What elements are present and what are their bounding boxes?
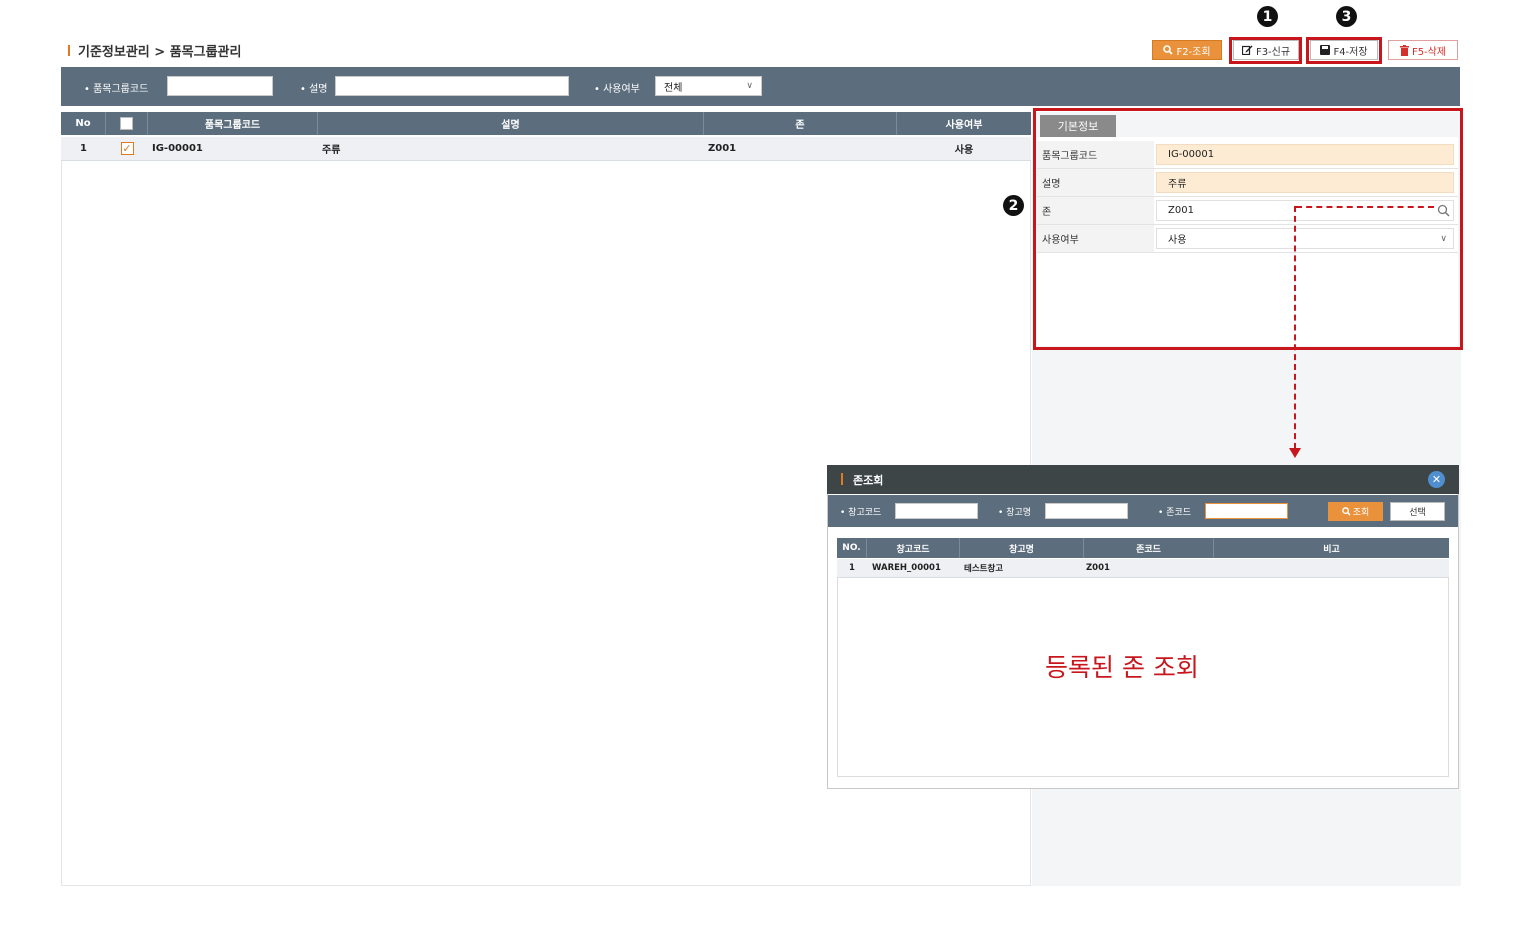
checkmark-icon: ✓ (122, 142, 132, 155)
delete-button[interactable]: F5-삭제 (1388, 40, 1458, 60)
dialog-grid-header: NO. 창고코드 창고명 존코드 비고 (837, 538, 1449, 558)
save-button-highlight (1306, 37, 1382, 64)
description-input[interactable] (335, 76, 569, 96)
warehouse-code-label: • 창고코드 (840, 508, 882, 518)
group-code-label: • 품목그룹코드 (84, 84, 149, 95)
dialog-row-warehouse-name: 테스트창고 (964, 564, 1004, 574)
row-checkbox[interactable]: ✓ (120, 142, 134, 155)
chevron-down-icon: ∨ (746, 81, 753, 91)
dialog-column-warehouse-name[interactable]: 창고명 (960, 538, 1084, 558)
step-3-badge: 3 (1336, 6, 1357, 27)
dialog-title-accent (841, 473, 843, 485)
dialog-column-note[interactable]: 비고 (1214, 538, 1449, 558)
annotation-note: 등록된 존 조회 (1045, 653, 1199, 682)
column-header-no[interactable]: No (61, 112, 106, 135)
page-title-bar: 기준정보관리 > 품목그룹관리 (68, 40, 241, 60)
row-use-status: 사용 (954, 145, 974, 156)
row-group-code: IG-00001 (152, 143, 203, 154)
row-checkbox-cell[interactable]: ✓ (106, 137, 148, 160)
dialog-search-button[interactable]: 조회 (1328, 502, 1383, 521)
zone-code-label: • 존코드 (1158, 508, 1192, 518)
group-code-input[interactable] (167, 76, 273, 96)
dialog-column-zone-code[interactable]: 존코드 (1084, 538, 1214, 558)
warehouse-name-label: • 창고명 (998, 508, 1032, 518)
delete-button-label: F5-삭제 (1411, 46, 1447, 58)
dialog-table-row[interactable]: 1 WAREH_00001 테스트창고 Z001 (837, 559, 1449, 578)
title-accent-bar (68, 44, 70, 56)
dashed-connector-horizontal (1296, 206, 1434, 208)
close-icon[interactable]: ✕ (1428, 471, 1445, 488)
dialog-header (827, 465, 1459, 494)
use-status-select[interactable]: 전체 ∨ (655, 76, 762, 96)
dialog-row-no: 1 (849, 563, 855, 573)
column-header-group-code[interactable]: 품목그룹코드 (148, 112, 318, 135)
dialog-column-warehouse-code[interactable]: 창고코드 (867, 538, 960, 558)
dashed-connector-vertical (1294, 206, 1296, 449)
description-label: • 설명 (300, 84, 328, 95)
dialog-title: 존조회 (853, 474, 884, 487)
step-2-badge: 2 (1003, 195, 1024, 216)
table-row[interactable]: 1 ✓ IG-00001 주류 Z001 사용 (61, 137, 1031, 161)
dialog-select-button[interactable]: 선택 (1390, 502, 1445, 521)
row-description: 주류 (322, 145, 341, 156)
column-header-select-all[interactable] (106, 112, 148, 135)
search-button-label: F2-조회 (1176, 46, 1211, 58)
row-no: 1 (80, 143, 87, 154)
dialog-search-label: 조회 (1352, 508, 1370, 518)
dialog-column-no[interactable]: NO. (837, 538, 867, 558)
use-status-label: • 사용여부 (594, 84, 640, 95)
arrow-down-icon (1289, 448, 1301, 458)
dialog-row-zone-code: Z001 (1086, 563, 1110, 573)
search-icon (1163, 45, 1174, 55)
dialog-row-note (1218, 559, 1448, 577)
column-header-description[interactable]: 설명 (318, 112, 704, 135)
trash-icon (1399, 44, 1409, 56)
row-zone: Z001 (708, 143, 737, 154)
grid-header: No 품목그룹코드 설명 존 사용여부 (61, 112, 1031, 135)
select-all-checkbox[interactable] (120, 117, 133, 130)
column-header-zone[interactable]: 존 (704, 112, 897, 135)
column-header-use-status[interactable]: 사용여부 (897, 112, 1031, 135)
new-button-highlight (1229, 37, 1302, 64)
zone-code-input[interactable] (1205, 503, 1288, 519)
search-button[interactable]: F2-조회 (1152, 40, 1222, 60)
warehouse-name-input[interactable] (1045, 503, 1128, 519)
warehouse-code-input[interactable] (895, 503, 978, 519)
step-1-badge: 1 (1257, 6, 1278, 27)
use-status-value: 전체 (664, 82, 683, 94)
detail-form-highlight (1033, 108, 1463, 350)
dialog-row-warehouse-code: WAREH_00001 (872, 563, 941, 573)
search-icon (1341, 507, 1351, 516)
page-title: 기준정보관리 > 품목그룹관리 (78, 44, 242, 60)
